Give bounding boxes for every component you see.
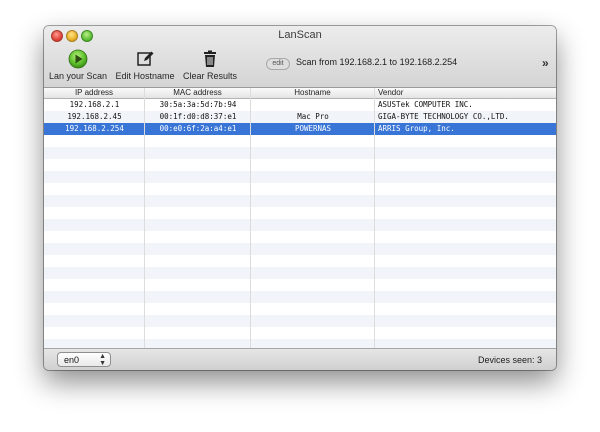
devices-table: IP address MAC address Hostname Vendor 1… [44, 88, 556, 348]
cell-hostname[interactable]: Mac Pro [251, 111, 375, 123]
empty-row [44, 195, 556, 207]
clear-results-button[interactable]: Clear Results [181, 49, 239, 83]
scan-button[interactable]: Lan your Scan [48, 49, 108, 83]
cell-vendor: GIGA-BYTE TECHNOLOGY CO.,LTD. [378, 112, 509, 121]
empty-row [44, 171, 556, 183]
empty-row [44, 291, 556, 303]
window-title: LanScan [278, 29, 322, 41]
pencil-edit-icon [137, 51, 154, 66]
empty-row [44, 339, 556, 348]
interface-select[interactable]: en0 ▲ ▼ [57, 352, 111, 367]
table-body: 192.168.2.1 30:5a:3a:5d:7b:94 ASUSTek CO… [44, 99, 556, 348]
empty-row [44, 243, 556, 255]
column-divider [374, 88, 375, 348]
updown-arrows-icon: ▲ ▼ [99, 353, 106, 367]
column-header-vendor[interactable]: Vendor [375, 88, 556, 98]
status-bar: en0 ▲ ▼ Devices seen: 3 [44, 348, 556, 370]
edit-hostname-label: Edit Hostname [115, 71, 175, 81]
column-header-ip[interactable]: IP address [44, 88, 145, 98]
cell-mac: 30:5a:3a:5d:7b:94 [159, 100, 237, 109]
cell-ip: 192.168.2.45 [67, 112, 122, 121]
column-header-hostname[interactable]: Hostname [251, 88, 375, 98]
interface-select-value: en0 [64, 355, 80, 365]
cell-hostname[interactable] [251, 99, 375, 111]
cell-ip: 192.168.2.254 [65, 124, 124, 133]
cell-vendor: ARRIS Group, Inc. [378, 124, 455, 133]
cell-mac: 00:1f:d0:d8:37:e1 [159, 112, 237, 121]
play-icon [68, 49, 88, 69]
empty-row [44, 219, 556, 231]
toolbar: LanScan Lan your Scan Edit Hostname Clea… [44, 26, 556, 88]
toolbar-overflow-chevron-icon[interactable]: » [542, 56, 549, 70]
cell-vendor: ASUSTek COMPUTER INC. [378, 100, 473, 109]
lanscan-window: LanScan Lan your Scan Edit Hostname Clea… [44, 26, 556, 370]
trash-icon [204, 50, 216, 67]
edit-hostname-button[interactable]: Edit Hostname [113, 49, 177, 83]
empty-row [44, 267, 556, 279]
column-header-mac[interactable]: MAC address [145, 88, 251, 98]
column-divider [144, 88, 145, 348]
cell-mac: 00:e0:6f:2a:a4:e1 [159, 124, 237, 133]
empty-row [44, 315, 556, 327]
table-row-selected[interactable]: 192.168.2.254 00:e0:6f:2a:a4:e1 POWERNAS… [44, 123, 556, 135]
cell-ip: 192.168.2.1 [69, 100, 120, 109]
table-row[interactable]: 192.168.2.1 30:5a:3a:5d:7b:94 ASUSTek CO… [44, 99, 556, 111]
clear-results-label: Clear Results [182, 71, 238, 81]
table-header: IP address MAC address Hostname Vendor [44, 88, 556, 99]
column-divider [250, 88, 251, 348]
edit-range-button[interactable]: edit [266, 58, 290, 70]
devices-seen-count: Devices seen: 3 [477, 355, 542, 365]
table-row[interactable]: 192.168.2.45 00:1f:d0:d8:37:e1 Mac Pro G… [44, 111, 556, 123]
scan-range-text: Scan from 192.168.2.1 to 192.168.2.254 [296, 57, 458, 67]
empty-row [44, 147, 556, 159]
cell-hostname[interactable]: POWERNAS [251, 123, 375, 135]
scan-button-label: Lan your Scan [48, 71, 108, 81]
